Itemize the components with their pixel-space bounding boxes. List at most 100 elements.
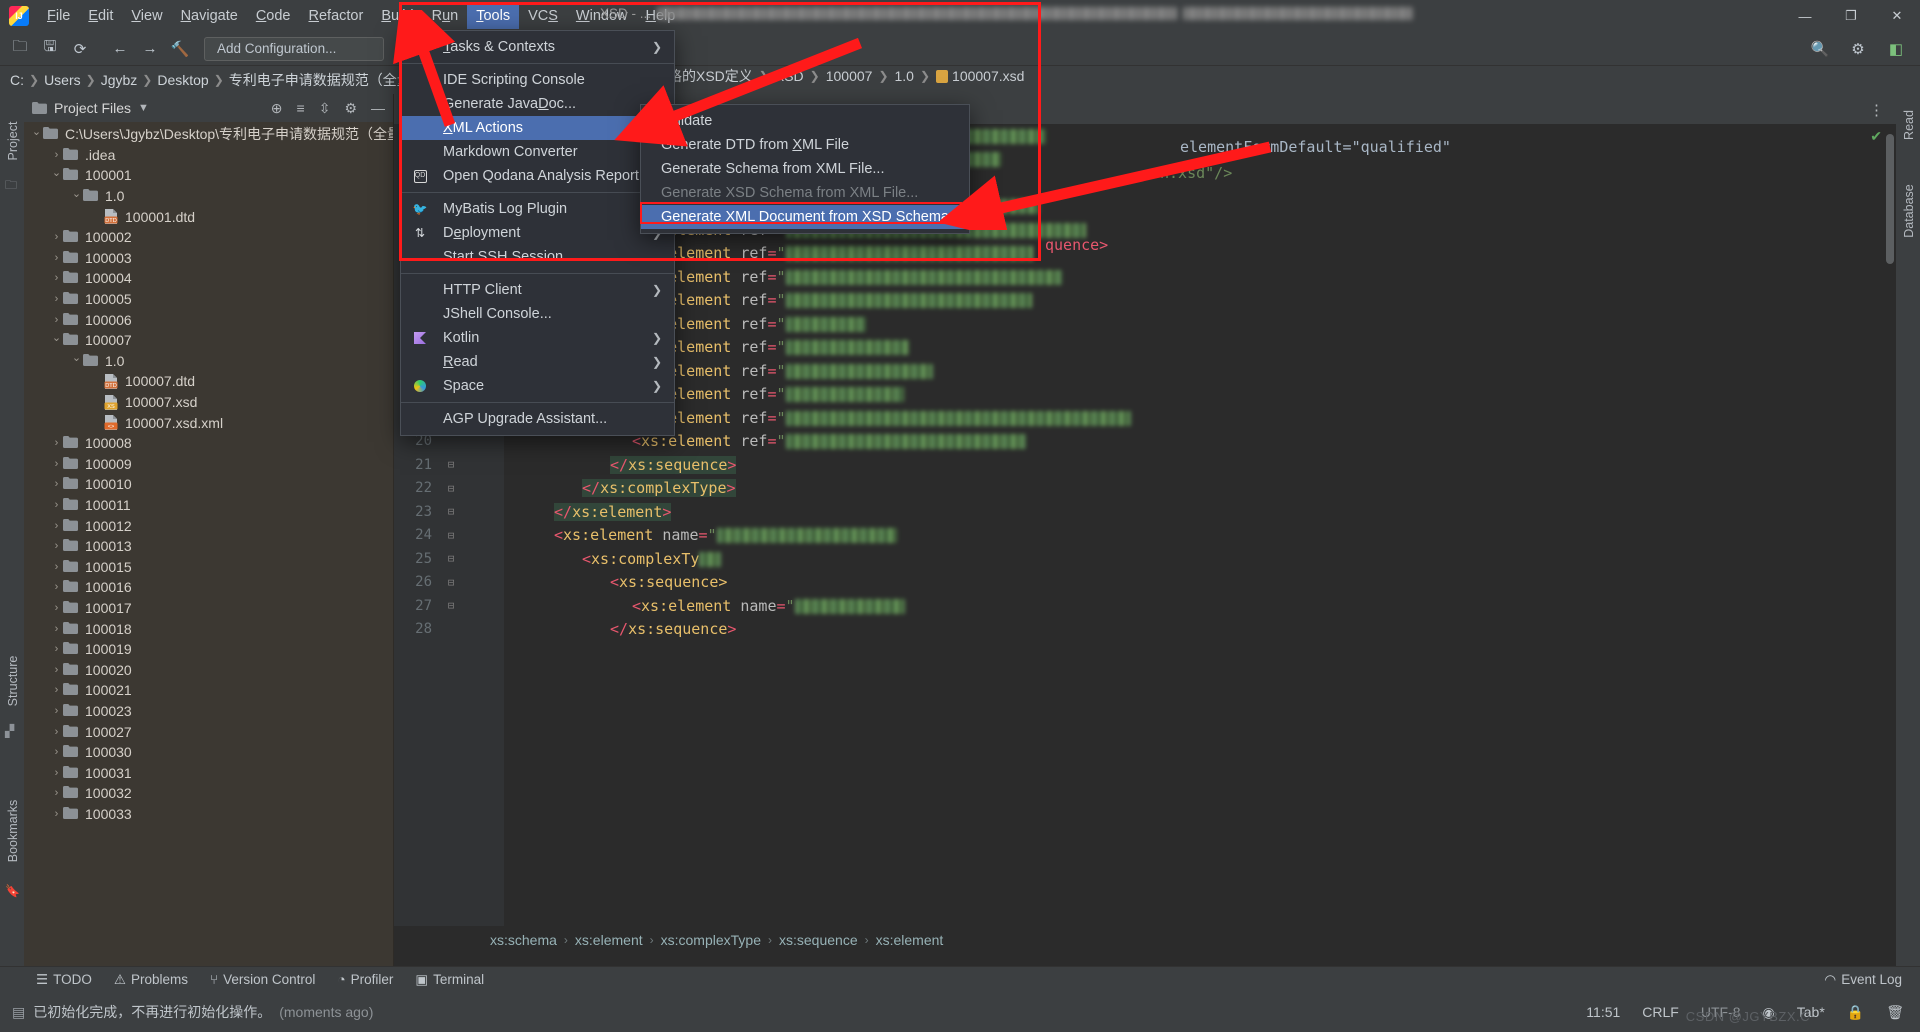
fold-marker-icon[interactable]: ⊟ — [440, 599, 462, 612]
xml-action-generate-schema-from-xml-file[interactable]: Generate Schema from XML File... — [641, 157, 969, 181]
chevron-right-icon[interactable] — [50, 457, 63, 470]
code-line[interactable]: 25 ⊟ <xs:complexTy — [394, 547, 1896, 571]
tree-node-100005[interactable]: 100005 — [24, 289, 393, 310]
chevron-right-icon[interactable] — [50, 231, 63, 244]
fold-marker-icon[interactable]: ⊟ — [440, 482, 462, 495]
fold-marker-icon[interactable]: ⊟ — [440, 505, 462, 518]
plugin-icon[interactable]: ◧ — [1882, 36, 1910, 62]
bottom-item-terminal[interactable]: ▣ Terminal — [415, 972, 484, 988]
fold-marker-icon[interactable]: ⊟ — [440, 552, 462, 565]
lock-icon[interactable]: 🔒 — [1847, 1004, 1864, 1021]
tree-node-100007.xsd[interactable]: XS 100007.xsd — [24, 392, 393, 413]
tools-menu-item-tasks-contexts[interactable]: Tasks & Contexts ❯ — [401, 35, 674, 59]
bottom-item-todo[interactable]: ☰ TODO — [36, 972, 92, 988]
chevron-down-icon[interactable] — [70, 354, 83, 367]
tree-node-100009[interactable]: 100009 — [24, 454, 393, 475]
sidebar-item-project[interactable]: Project — [6, 106, 20, 176]
tools-menu-item-kotlin[interactable]: Kotlin ❯ — [401, 326, 674, 350]
menu-view[interactable]: View — [122, 3, 171, 29]
chevron-right-icon[interactable] — [50, 601, 63, 614]
tree-node-100001.dtd[interactable]: DTD 100001.dtd — [24, 206, 393, 227]
tree-node-100002[interactable]: 100002 — [24, 227, 393, 248]
fold-marker-icon[interactable]: ⊟ — [440, 529, 462, 542]
structure-crumb-4[interactable]: xs:element — [876, 932, 944, 948]
tools-menu-item-space[interactable]: Space ❯ — [401, 374, 674, 398]
tools-menu-item-read[interactable]: Read ❯ — [401, 350, 674, 374]
structure-crumb-0[interactable]: xs:schema — [490, 932, 557, 948]
tools-menu-item-open-qodana-analysis-report[interactable]: QD Open Qodana Analysis Report... — [401, 164, 674, 188]
chevron-right-icon[interactable] — [50, 437, 63, 450]
tree-node-100021[interactable]: 100021 — [24, 680, 393, 701]
chevron-right-icon[interactable] — [50, 313, 63, 326]
tree-node-100010[interactable]: 100010 — [24, 474, 393, 495]
close-button[interactable]: ✕ — [1874, 0, 1920, 32]
build-hammer-icon[interactable]: 🔨 — [166, 36, 194, 62]
sidebar-item-read[interactable]: Read — [1902, 90, 1916, 160]
bottom-item-version-control[interactable]: ⑂ Version Control — [210, 972, 315, 987]
chevron-down-icon[interactable]: ▼ — [138, 102, 149, 114]
sidebar-item-database[interactable]: Database — [1902, 176, 1916, 246]
code-line[interactable]: 24 ⊟ <xs:element name=" — [394, 524, 1896, 548]
code-line[interactable]: 21 ⊟ </xs:sequence> — [394, 453, 1896, 477]
tree-node-100027[interactable]: 100027 — [24, 721, 393, 742]
save-icon[interactable]: 🖫 — [36, 36, 64, 62]
bottom-item-profiler[interactable]: ◔ Profiler — [337, 972, 393, 987]
chevron-down-icon[interactable] — [70, 190, 83, 203]
code-line[interactable]: 26 ⊟ <xs:sequence> — [394, 571, 1896, 595]
chevron-right-icon[interactable] — [50, 787, 63, 800]
status-line-separator[interactable]: CRLF — [1642, 1004, 1679, 1020]
tree-node-100001[interactable]: 100001 — [24, 165, 393, 186]
tree-node-100013[interactable]: 100013 — [24, 536, 393, 557]
chevron-right-icon[interactable] — [50, 766, 63, 779]
back-arrow-icon[interactable]: ← — [106, 36, 134, 62]
menu-file[interactable]: File — [38, 3, 79, 29]
tree-node-100030[interactable]: 100030 — [24, 742, 393, 763]
chevron-right-icon[interactable] — [50, 498, 63, 511]
hide-icon[interactable]: — — [371, 100, 385, 116]
breadcrumb-item-1[interactable]: Users — [44, 72, 81, 88]
chevron-right-icon[interactable] — [50, 293, 63, 306]
tree-node-100011[interactable]: 100011 — [24, 495, 393, 516]
tree-node-100006[interactable]: 100006 — [24, 309, 393, 330]
tree-node-100004[interactable]: 100004 — [24, 268, 393, 289]
chevron-right-icon[interactable] — [50, 622, 63, 635]
file-crumb-1[interactable]: XSD — [775, 68, 804, 84]
chevron-down-icon[interactable] — [50, 334, 63, 347]
chevron-right-icon[interactable] — [50, 704, 63, 717]
structure-crumb-3[interactable]: xs:sequence — [779, 932, 858, 948]
chevron-right-icon[interactable] — [50, 540, 63, 553]
tree-node-1.0[interactable]: 1.0 — [24, 351, 393, 372]
tree-root-node[interactable]: C:\Users\Jgybz\Desktop\专利电子申请数据规范（全量） — [24, 124, 393, 145]
menu-build[interactable]: Build — [372, 3, 422, 29]
breadcrumb-item-4[interactable]: 专利电子申请数据规范（全量） — [229, 70, 425, 90]
tree-node-100007.xsd.xml[interactable]: <> 100007.xsd.xml — [24, 412, 393, 433]
menu-edit[interactable]: Edit — [79, 3, 122, 29]
chevron-right-icon[interactable] — [50, 478, 63, 491]
tree-node-100032[interactable]: 100032 — [24, 783, 393, 804]
tools-menu-item-mybatis-log-plugin[interactable]: 🐦 MyBatis Log Plugin — [401, 197, 674, 221]
code-line[interactable]: 22 ⊟ </xs:complexType> — [394, 477, 1896, 501]
tree-node-100012[interactable]: 100012 — [24, 515, 393, 536]
tools-menu-item-http-client[interactable]: HTTP Client ❯ — [401, 278, 674, 302]
chevron-right-icon[interactable] — [50, 581, 63, 594]
fold-marker-icon[interactable]: ⊟ — [440, 458, 462, 471]
chevron-right-icon[interactable] — [50, 725, 63, 738]
file-crumb-4[interactable]: 100007.xsd — [952, 68, 1024, 84]
tree-node-100017[interactable]: 100017 — [24, 598, 393, 619]
open-folder-icon[interactable]: 🗀 — [6, 36, 34, 62]
tree-node-1.0[interactable]: 1.0 — [24, 186, 393, 207]
tree-node-100007[interactable]: 100007 — [24, 330, 393, 351]
tree-node-100033[interactable]: 100033 — [24, 804, 393, 825]
breadcrumb-item-0[interactable]: C: — [10, 72, 24, 88]
tree-node-.idea[interactable]: .idea — [24, 145, 393, 166]
tools-menu-item-deployment[interactable]: ⇅Deployment❯ — [401, 221, 674, 245]
tree-node-100023[interactable]: 100023 — [24, 701, 393, 722]
tree-node-100020[interactable]: 100020 — [24, 659, 393, 680]
tools-menu-item-xml-actions[interactable]: XML Actions❯ — [401, 116, 674, 140]
file-crumb-3[interactable]: 1.0 — [895, 68, 914, 84]
tree-node-100003[interactable]: 100003 — [24, 248, 393, 269]
tree-node-100031[interactable]: 100031 — [24, 762, 393, 783]
tree-node-100019[interactable]: 100019 — [24, 639, 393, 660]
menu-refactor[interactable]: Refactor — [300, 3, 373, 29]
chevron-right-icon[interactable] — [50, 684, 63, 697]
